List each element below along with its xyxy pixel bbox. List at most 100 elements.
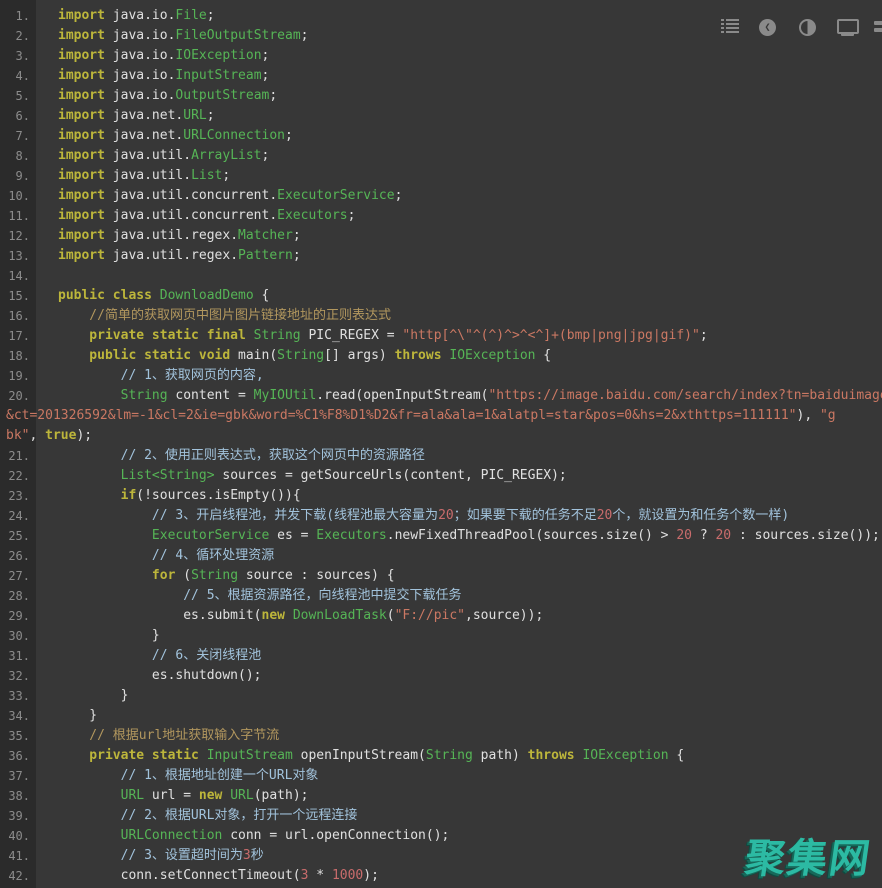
code-token: .read(openInputStream( [316, 388, 488, 403]
code-token: url = [144, 788, 199, 803]
code-token: 秒 [251, 848, 264, 863]
code-line: 13.import java.util.regex.Pattern; [0, 246, 882, 266]
back-circle-icon[interactable]: ❮ [759, 19, 776, 36]
code-line: bk", true); [0, 426, 882, 446]
monitor-icon[interactable] [837, 19, 859, 36]
code-token: public static void [58, 348, 230, 363]
line-number: 26. [0, 546, 30, 566]
code-token: ; [262, 148, 270, 163]
code-line: 20. String content = MyIOUtil.read(openI… [0, 386, 882, 406]
code-token: ; [207, 108, 215, 123]
code-token: * [308, 868, 331, 883]
code-token: String [254, 328, 301, 343]
code-line: 25. ExecutorService es = Executors.newFi… [0, 526, 882, 546]
code-token: URL [230, 788, 253, 803]
line-number: 3. [0, 46, 30, 66]
code-token: 20 [715, 528, 731, 543]
code-token: "g [820, 408, 836, 423]
code-line: 33. } [0, 686, 882, 706]
code-token: import [58, 68, 105, 83]
code-line: 7.import java.net.URLConnection; [0, 126, 882, 146]
watermark: 聚集网 [742, 826, 876, 884]
code-token: Executors [277, 208, 347, 223]
code-token: List<String> [58, 468, 215, 483]
code-line: 24. // 3、开启线程池，并发下载(线程池最大容量为20；如果要下载的任务不… [0, 506, 882, 526]
code-token: String [58, 388, 168, 403]
code-line: 38. URL url = new URL(path); [0, 786, 882, 806]
code-token: bk" [6, 428, 29, 443]
clipped-edge-icon[interactable] [874, 19, 882, 34]
code-token: ；如果要下载的任务不足 [454, 508, 597, 523]
code-token: , [29, 428, 45, 443]
line-number: 33. [0, 686, 30, 706]
code-token: ; [700, 328, 708, 343]
code-token: // 1、根据地址创建一个URL对象 [58, 768, 318, 783]
code-token: String [191, 568, 238, 583]
code-line: 15.public class DownloadDemo { [0, 286, 882, 306]
line-number: 23. [0, 486, 30, 506]
code-line: 19. // 1、获取网页的内容, [0, 366, 882, 386]
line-number: 20. [0, 386, 30, 406]
code-token: // 根据url地址获取输入字节流 [58, 728, 279, 743]
code-line: 8.import java.util.ArrayList; [0, 146, 882, 166]
code-token: import [58, 128, 105, 143]
code-line: 3.import java.io.IOException; [0, 46, 882, 66]
line-number: 37. [0, 766, 30, 786]
code-token: private static [58, 748, 199, 763]
code-token: "https://image.baidu.com/search/index?tn… [488, 388, 882, 403]
line-number: 10. [0, 186, 30, 206]
list-icon[interactable] [721, 19, 739, 34]
code-token: import [58, 248, 105, 263]
code-line: 31. // 6、关闭线程池 [0, 646, 882, 666]
code-token: { [535, 348, 551, 363]
code-token: Executors [316, 528, 386, 543]
line-number: 36. [0, 746, 30, 766]
code-token: URL [183, 108, 206, 123]
code-token: ; [293, 228, 301, 243]
code-token: ( [387, 608, 395, 623]
code-line: 34. } [0, 706, 882, 726]
code-token: for [58, 568, 175, 583]
code-token: java.net. [105, 108, 183, 123]
code-token: InputStream [207, 748, 293, 763]
code-line: 9.import java.util.List; [0, 166, 882, 186]
code-token: throws [528, 748, 575, 763]
code-line: 21. // 2、使用正则表达式，获取这个网页中的资源路径 [0, 446, 882, 466]
code-token: (!sources.isEmpty()){ [136, 488, 300, 503]
line-number: 14. [0, 266, 30, 286]
code-token: java.util.concurrent. [105, 188, 277, 203]
code-token: java.util. [105, 168, 191, 183]
code-line: 29. es.submit(new DownLoadTask("F://pic"… [0, 606, 882, 626]
code-line: 36. private static InputStream openInput… [0, 746, 882, 766]
code-token: import [58, 208, 105, 223]
code-token: new [199, 788, 222, 803]
line-number: 8. [0, 146, 30, 166]
code-token: // 2、根据URL对象，打开一个远程连接 [58, 808, 357, 823]
code-token: sources = getSourceUrls(content, PIC_REG… [215, 468, 567, 483]
code-line: 39. // 2、根据URL对象，打开一个远程连接 [0, 806, 882, 826]
code-token: } [58, 688, 128, 703]
code-token: ; [262, 68, 270, 83]
code-token: throws [395, 348, 442, 363]
line-number: 21. [0, 446, 30, 466]
code-token: java.io. [105, 68, 175, 83]
code-token: MyIOUtil [254, 388, 317, 403]
code-token: conn = url.openConnection(); [222, 828, 449, 843]
code-line: &ct=201326592&lm=-1&cl=2&ie=gbk&word=%C1… [0, 406, 882, 426]
line-number: 25. [0, 526, 30, 546]
code-token: ; [285, 128, 293, 143]
code-line: 4.import java.io.InputStream; [0, 66, 882, 86]
code-token: // 5、根据资源路径，向线程池中提交下载任务 [58, 588, 462, 603]
code-token: import [58, 88, 105, 103]
code-token: import [58, 168, 105, 183]
code-token: // 2、使用正则表达式，获取这个网页中的资源路径 [58, 448, 425, 463]
code-token: (path); [254, 788, 309, 803]
code-line: 27. for (String source : sources) { [0, 566, 882, 586]
code-token: ; [348, 208, 356, 223]
code-token: URLConnection [183, 128, 285, 143]
code-token: conn.setConnectTimeout( [58, 868, 301, 883]
line-number: 40. [0, 826, 30, 846]
line-number: 42. [0, 866, 30, 886]
contrast-icon[interactable] [799, 19, 816, 36]
code-token: path) [473, 748, 528, 763]
